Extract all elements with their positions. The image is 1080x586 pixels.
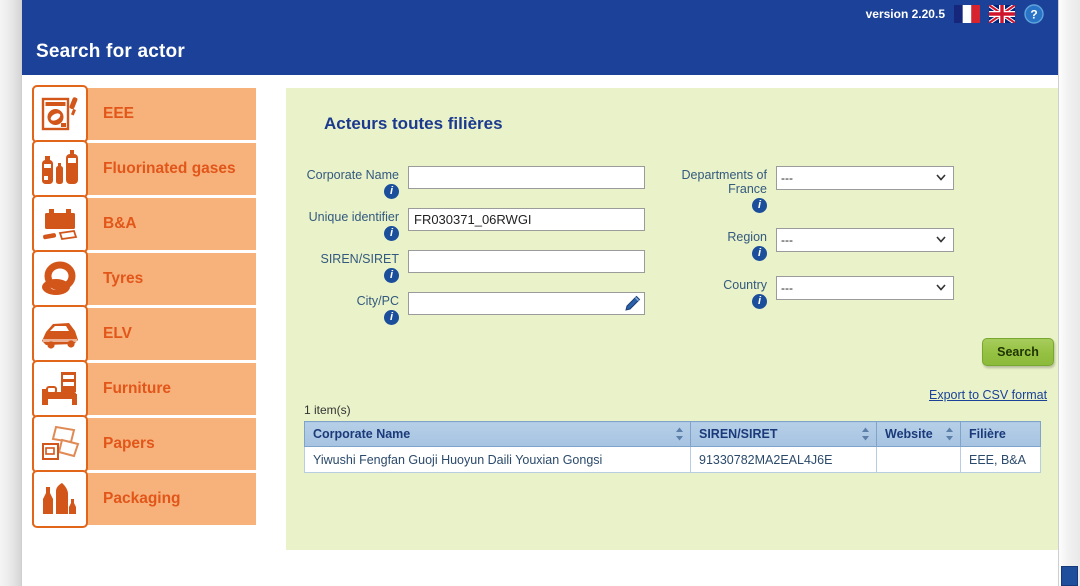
uk-flag-icon[interactable] xyxy=(989,5,1015,23)
right-scrollbar[interactable] xyxy=(1058,0,1080,586)
sidebar-item-label: Fluorinated gases xyxy=(103,160,236,178)
svg-text:?: ? xyxy=(1030,8,1037,22)
sidebar-item-fluorinated-gases[interactable]: Fluorinated gases xyxy=(32,140,256,198)
field-label: City/PC i xyxy=(356,294,399,325)
panel-title: Acteurs toutes filières xyxy=(324,114,503,133)
version-label: version 2.20.5 xyxy=(865,7,945,21)
cell-filiere: EEE, B&A xyxy=(960,446,1041,473)
cell-siren-siret: 91330782MA2EAL4J6E xyxy=(690,446,877,473)
field-city-pc: City/PC i xyxy=(304,292,674,325)
field-label: Departments of France i xyxy=(681,168,767,213)
french-flag-icon[interactable] xyxy=(954,5,980,23)
battery-icon xyxy=(32,195,88,253)
sidebar-item-b-and-a[interactable]: B&A xyxy=(32,195,256,253)
page-header: Search for actor version 2.20.5 ? xyxy=(22,0,1058,75)
car-icon xyxy=(32,305,88,363)
region-select-wrap: --- xyxy=(776,228,954,252)
table-row[interactable]: Yiwushi Fengfan Guoji Huoyun Daili Youxi… xyxy=(304,446,1041,473)
scrollbar-thumb[interactable] xyxy=(1061,566,1078,586)
sort-icon[interactable] xyxy=(945,427,954,441)
field-corporate-name: Corporate Name i xyxy=(304,166,674,199)
field-label: SIREN/SIRET i xyxy=(320,252,399,283)
left-scrollbar[interactable] xyxy=(0,0,22,586)
app-root: Search for actor version 2.20.5 ? EEE Fl… xyxy=(0,0,1080,586)
edit-pencil-icon[interactable] xyxy=(624,295,641,312)
tyre-icon xyxy=(32,250,88,308)
column-header-siren-siret[interactable]: SIREN/SIRET xyxy=(690,421,877,447)
sidebar: EEE Fluorinated gases B&A Tyres ELV Furn… xyxy=(32,85,256,528)
departments-select-wrap: --- xyxy=(776,166,954,190)
info-icon[interactable]: i xyxy=(752,246,767,261)
sort-icon[interactable] xyxy=(861,427,870,441)
sidebar-item-label: Papers xyxy=(103,435,155,453)
papers-icon xyxy=(32,415,88,473)
sort-icon[interactable] xyxy=(675,427,684,441)
info-icon[interactable]: i xyxy=(384,226,399,241)
corporate-name-input[interactable] xyxy=(408,166,645,189)
info-icon[interactable]: i xyxy=(384,268,399,283)
departments-of-france-select[interactable]: --- xyxy=(776,166,954,190)
column-header-website[interactable]: Website xyxy=(876,421,961,447)
form-right-column: Departments of France i --- Region i ---… xyxy=(680,166,990,318)
region-select[interactable]: --- xyxy=(776,228,954,252)
info-icon[interactable]: i xyxy=(752,198,767,213)
sidebar-item-label: B&A xyxy=(103,215,137,233)
results-table: Corporate Name SIREN/SIRET Website Filiè… xyxy=(304,421,1041,473)
siren-siret-input[interactable] xyxy=(408,250,645,273)
results-table-wrap: Corporate Name SIREN/SIRET Website Filiè… xyxy=(304,421,1041,473)
sidebar-item-elv[interactable]: ELV xyxy=(32,305,256,363)
sidebar-item-label: Tyres xyxy=(103,270,144,288)
header-actions: version 2.20.5 ? xyxy=(866,4,1044,24)
field-country: Country i --- xyxy=(680,276,990,309)
page-title: Search for actor xyxy=(36,41,185,62)
column-header-filiere[interactable]: Filière xyxy=(960,421,1041,447)
info-icon[interactable]: i xyxy=(752,294,767,309)
gas-cylinders-icon xyxy=(32,140,88,198)
column-header-corporate-name[interactable]: Corporate Name xyxy=(304,421,691,447)
export-csv-link[interactable]: Export to CSV format xyxy=(929,388,1047,402)
column-label: Website xyxy=(885,427,933,441)
field-region: Region i --- xyxy=(680,228,990,261)
cell-corporate-name: Yiwushi Fengfan Guoji Huoyun Daili Youxi… xyxy=(304,446,691,473)
city-pc-input-wrap xyxy=(408,292,645,315)
field-departments-of-france: Departments of France i --- xyxy=(680,166,990,213)
sidebar-item-furniture[interactable]: Furniture xyxy=(32,360,256,418)
country-select-wrap: --- xyxy=(776,276,954,300)
furniture-icon xyxy=(32,360,88,418)
country-select[interactable]: --- xyxy=(776,276,954,300)
packaging-icon xyxy=(32,470,88,528)
sidebar-item-label: ELV xyxy=(103,325,132,343)
sidebar-item-papers[interactable]: Papers xyxy=(32,415,256,473)
field-label: Corporate Name i xyxy=(306,168,399,199)
sidebar-item-label: Packaging xyxy=(103,490,181,508)
column-label: Corporate Name xyxy=(313,427,411,441)
sidebar-item-eee[interactable]: EEE xyxy=(32,85,256,143)
form-left-column: Corporate Name i Unique identifier i SIR… xyxy=(304,166,674,334)
search-panel: Acteurs toutes filières Corporate Name i… xyxy=(286,88,1058,550)
item-count-label: 1 item(s) xyxy=(304,403,351,417)
info-icon[interactable]: i xyxy=(384,184,399,199)
page-content: Search for actor version 2.20.5 ? EEE Fl… xyxy=(22,0,1058,586)
field-siren-siret: SIREN/SIRET i xyxy=(304,250,674,283)
table-header-row: Corporate Name SIREN/SIRET Website Filiè… xyxy=(304,421,1041,447)
sidebar-item-label: Furniture xyxy=(103,380,172,398)
field-label: Region i xyxy=(727,230,767,261)
cell-website xyxy=(876,446,961,473)
city-pc-input[interactable] xyxy=(408,292,645,315)
sidebar-item-packaging[interactable]: Packaging xyxy=(32,470,256,528)
info-icon[interactable]: i xyxy=(384,310,399,325)
sidebar-item-label: EEE xyxy=(103,105,135,123)
washing-machine-icon xyxy=(32,85,88,143)
column-label: SIREN/SIRET xyxy=(699,427,778,441)
sidebar-item-tyres[interactable]: Tyres xyxy=(32,250,256,308)
unique-identifier-input[interactable] xyxy=(408,208,645,231)
field-unique-identifier: Unique identifier i xyxy=(304,208,674,241)
search-button[interactable]: Search xyxy=(982,338,1054,366)
field-label: Unique identifier i xyxy=(308,210,399,241)
field-label: Country i xyxy=(723,278,767,309)
column-label: Filière xyxy=(969,427,1006,441)
help-icon[interactable]: ? xyxy=(1024,4,1044,24)
